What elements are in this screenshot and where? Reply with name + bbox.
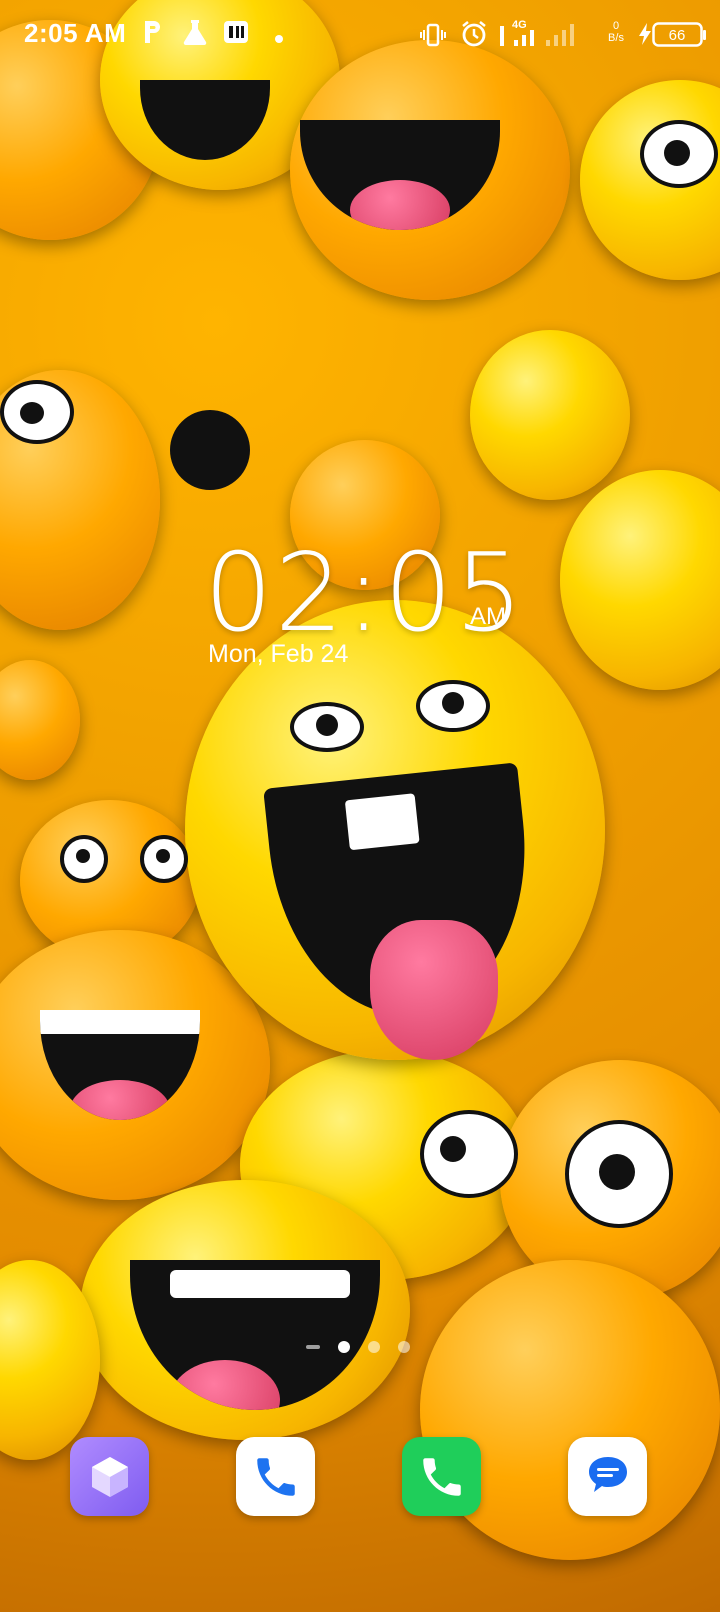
clock-ampm: AM [470, 603, 506, 630]
page-indicator [306, 1340, 410, 1354]
battery-icon: 66 [652, 22, 708, 53]
charging-icon [638, 22, 652, 51]
alarm-icon [460, 20, 488, 53]
page-indicator-dash [306, 1345, 320, 1349]
page-dot-2[interactable] [368, 1341, 380, 1353]
clock-widget[interactable]: 02:05 AM Mon, Feb 24 [204, 531, 526, 669]
wallpaper [0, 0, 720, 1612]
flask-icon [182, 18, 208, 51]
sim-app-icon [222, 18, 250, 51]
cube-app-icon[interactable] [70, 1437, 149, 1516]
signal-icon: 4G [498, 16, 578, 55]
status-time: 2:05 AM [24, 18, 127, 48]
phone-call-icon[interactable] [402, 1437, 481, 1516]
vibrate-icon [420, 22, 446, 53]
data-speed: 0 B/s [608, 20, 624, 44]
page-dot-3[interactable] [398, 1341, 410, 1353]
page-dot-1[interactable] [338, 1341, 350, 1353]
parking-p-icon [142, 18, 164, 51]
svg-text:4G: 4G [512, 19, 527, 31]
phone-dialer-icon[interactable] [236, 1437, 315, 1516]
dot-icon [275, 30, 283, 48]
clock-time: 02:05 [204, 531, 526, 656]
messages-icon[interactable] [568, 1437, 647, 1516]
svg-text:66: 66 [669, 27, 686, 44]
clock-date: Mon, Feb 24 [208, 640, 349, 668]
status-bar: 2:05 AM 4G 0 B/s 66 [0, 0, 720, 72]
